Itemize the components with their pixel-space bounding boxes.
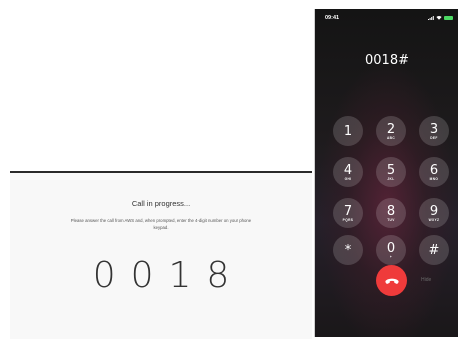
key-digit: # xyxy=(428,242,440,258)
keypad-key[interactable]: 4 GHI xyxy=(333,157,363,187)
hide-keypad-button[interactable]: Hide xyxy=(421,277,431,283)
keypad-key[interactable]: 3 DEF xyxy=(419,116,449,146)
end-call-button[interactable] xyxy=(376,265,407,296)
key-digit: 4 xyxy=(343,162,353,178)
call-status-title: Call in progress... xyxy=(131,199,191,208)
key-letters: ABC xyxy=(386,135,396,140)
key-digit: 5 xyxy=(386,162,396,178)
phone-screen: 09:41 0018# 1 2 ABC 3 DEF 4 GHI 5 JKL 6 MNO 7 PQRS 8 T… xyxy=(314,9,458,337)
phone-hangup-icon xyxy=(384,278,399,284)
key-digit: 9 xyxy=(429,203,439,219)
verification-code: 0018 xyxy=(92,255,245,296)
key-letters: TUV xyxy=(387,217,395,222)
key-digit: 2 xyxy=(386,121,396,137)
key-letters: PQRS xyxy=(342,217,354,222)
keypad-key[interactable]: 6 MNO xyxy=(419,157,449,187)
key-letters: JKL xyxy=(387,176,395,181)
keypad-key[interactable]: 2 ABC xyxy=(376,116,406,146)
keypad-key[interactable]: 1 xyxy=(333,116,363,146)
key-digit: 6 xyxy=(429,162,439,178)
key-digit: * xyxy=(344,242,352,258)
key-letters: GHI xyxy=(344,176,352,181)
call-instructions: Please answer the call from AWS and, whe… xyxy=(70,218,252,230)
key-digit: 7 xyxy=(343,203,353,219)
keypad-key[interactable]: 0 + xyxy=(376,235,406,265)
key-letters: + xyxy=(389,254,393,259)
keypad-key[interactable]: 5 JKL xyxy=(376,157,406,187)
key-letters: WXYZ xyxy=(428,217,440,222)
key-digit: 0 xyxy=(386,240,396,256)
call-progress-panel: Call in progress... Please answer the ca… xyxy=(10,171,312,339)
keypad-key[interactable]: 7 PQRS xyxy=(333,198,363,228)
keypad-key[interactable]: * xyxy=(333,235,363,265)
keypad-key[interactable]: 8 TUV xyxy=(376,198,406,228)
key-digit: 8 xyxy=(386,203,396,219)
key-digit: 3 xyxy=(429,121,439,137)
key-letters: DEF xyxy=(430,135,438,140)
key-letters: MNO xyxy=(429,176,439,181)
keypad-key[interactable]: # xyxy=(419,235,449,265)
key-digit: 1 xyxy=(343,123,353,139)
keypad-key[interactable]: 9 WXYZ xyxy=(419,198,449,228)
